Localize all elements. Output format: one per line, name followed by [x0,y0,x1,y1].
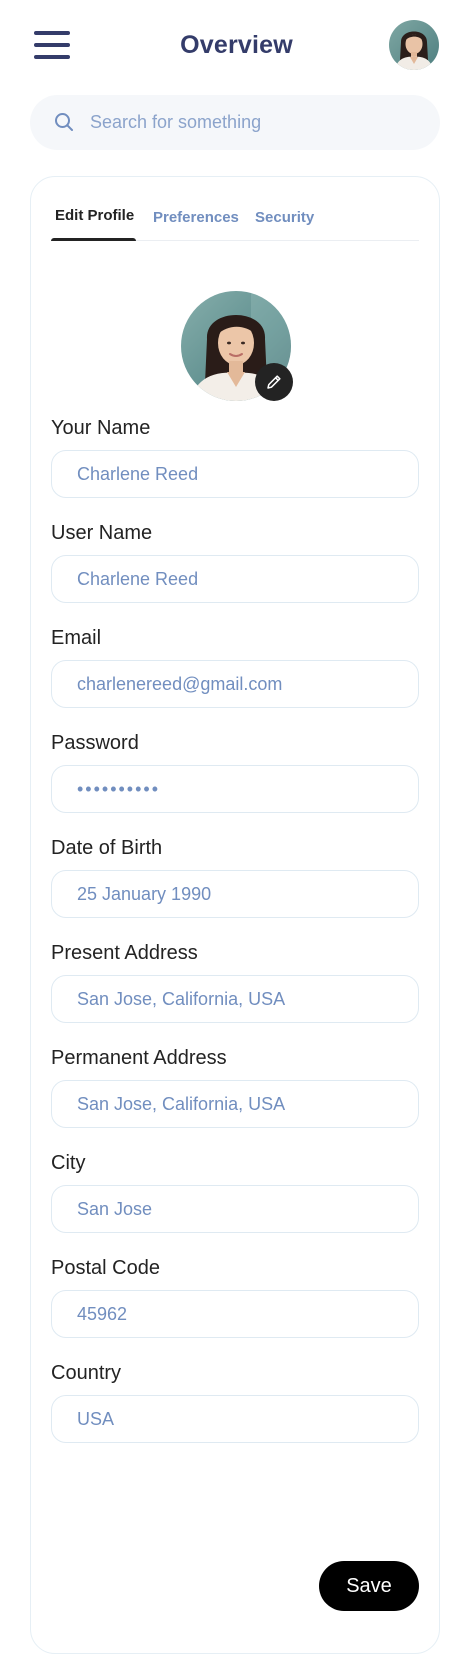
profile-card: Edit Profile Preferences Security Your N… [30,176,440,1654]
present-address-field-group: Present Address [51,940,419,1023]
country-input[interactable] [51,1395,419,1443]
user-name-field-group: User Name [51,520,419,603]
date-of-birth-label: Date of Birth [51,837,163,859]
app-root: Overview Search for something Edit Profi… [0,0,469,1672]
country-label: Country [51,1362,122,1384]
email-label: Email [51,627,102,649]
tab-edit-profile[interactable]: Edit Profile [55,207,134,224]
your-name-input[interactable] [51,450,419,498]
page-title: Overview [180,31,293,59]
email-field-group: Email [51,625,419,708]
date-of-birth-field-group: Date of Birth [51,835,419,918]
city-field-group: City [51,1150,419,1233]
search-bar [30,95,440,150]
active-tab-indicator [51,238,136,241]
city-input[interactable] [51,1185,419,1233]
password-label: Password [51,732,139,754]
user-name-label: User Name [51,522,153,544]
postal-code-field-group: Postal Code [51,1255,419,1338]
password-field-group: Password [51,730,419,813]
your-name-label: Your Name [51,417,151,439]
search-input[interactable] [90,95,420,150]
permanent-address-input[interactable] [51,1080,419,1128]
pencil-icon [265,373,283,391]
present-address-label: Present Address [51,942,198,964]
search-icon [54,112,74,132]
present-address-input[interactable] [51,975,419,1023]
permanent-address-field-group: Permanent Address [51,1045,419,1128]
tab-preferences[interactable]: Preferences [153,209,239,226]
your-name-field-group: Your Name [51,415,419,498]
tab-security[interactable]: Security [255,209,314,226]
header: Overview [34,18,439,70]
header-avatar[interactable] [389,20,439,70]
permanent-address-label: Permanent Address [51,1047,227,1069]
password-input[interactable] [51,765,419,813]
save-button[interactable]: Save [319,1561,419,1611]
city-label: City [51,1152,86,1174]
postal-code-input[interactable] [51,1290,419,1338]
settings-tabs: Edit Profile Preferences Security [51,201,419,241]
user-name-input[interactable] [51,555,419,603]
edit-photo-button[interactable] [255,363,293,401]
country-field-group: Country [51,1360,419,1443]
postal-code-label: Postal Code [51,1257,160,1279]
email-input[interactable] [51,660,419,708]
date-of-birth-input[interactable] [51,870,419,918]
